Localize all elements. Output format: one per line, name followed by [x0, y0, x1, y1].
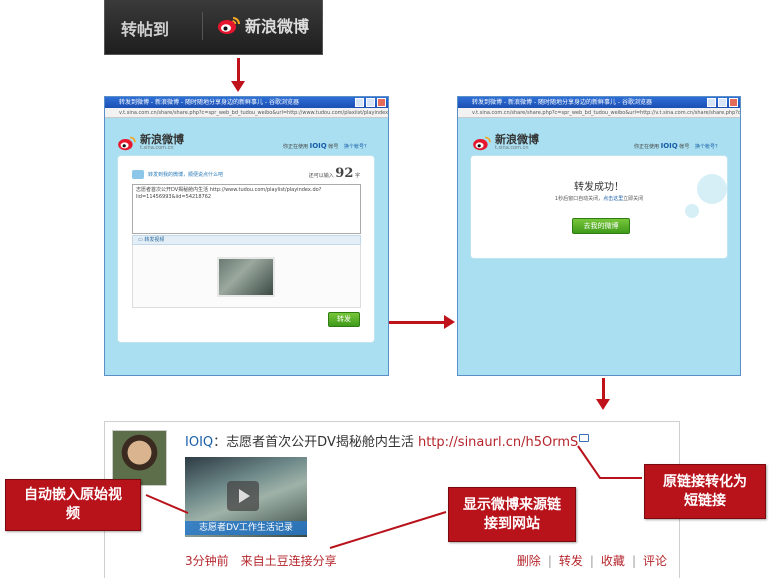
site-logo: 新浪微博 t.sina.com.cn: [472, 133, 539, 151]
video-link-icon[interactable]: [579, 434, 590, 442]
switch-account-link[interactable]: 换个帐号？: [344, 144, 369, 150]
embedded-video[interactable]: 志愿者DV工作生活记录: [185, 457, 307, 537]
callout-short-link: 原链接转化为短链接: [644, 464, 766, 519]
arrow-down-1: [231, 58, 245, 92]
callout-show-source: 显示微博来源链接到网站: [448, 487, 576, 542]
compose-textarea[interactable]: 志愿者首次公开DV揭秘舱内生活 http://www.tudou.com/pla…: [132, 184, 361, 234]
maximize-button[interactable]: [366, 98, 375, 107]
account-line: 你正在使用 IOIQ 帐号 换个帐号？: [634, 142, 720, 150]
close-button[interactable]: [729, 98, 738, 107]
share-to-weibo-button[interactable]: 新浪微博: [217, 13, 309, 37]
video-caption: 志愿者DV工作生活记录: [185, 521, 307, 535]
site-logo-name: 新浪微博: [495, 133, 539, 146]
submit-share-button[interactable]: 转发: [328, 312, 360, 327]
share-to-weibo-label: 新浪微博: [245, 17, 310, 36]
goto-my-weibo-button[interactable]: 去我的微博: [572, 218, 630, 234]
char-counter-suffix: 字: [354, 173, 360, 179]
site-logo-name: 新浪微博: [140, 133, 184, 146]
speech-bubble-icon: [132, 170, 144, 179]
address-bar[interactable]: v.t.sina.com.cn/share/share.php?c=spr_we…: [458, 108, 740, 118]
address-bar[interactable]: v.t.sina.com.cn/share/share.php?c=spr_we…: [105, 108, 388, 118]
video-attach-strip: ▭ 转发视频: [132, 235, 361, 245]
arrow-down-2: [596, 378, 610, 410]
compose-prompt-text: 转发到我的微博，顺便说点什么吧: [148, 172, 224, 178]
post-text: 志愿者首次公开DV揭秘舱内生活: [226, 435, 418, 450]
video-strip-label: 转发视频: [144, 237, 165, 243]
post-actions: 删除 | 转发 | 收藏 | 评论: [517, 552, 667, 569]
site-logo: 新浪微博 t.sina.com.cn: [117, 133, 184, 151]
repost-action[interactable]: 转发: [559, 554, 583, 568]
success-sub-prefix: 1秒后窗口自动关闭，: [554, 196, 604, 202]
post-author[interactable]: IOIQ: [185, 435, 213, 450]
callout-embed-video: 自动嵌入原始视频: [5, 479, 141, 531]
window-titlebar: 转发到微博 - 新浪微博 - 随时随地分享身边的新鲜事儿 - 谷歌浏览器: [105, 97, 388, 108]
window-title: 转发到微博 - 新浪微博 - 随时随地分享身边的新鲜事儿 - 谷歌浏览器: [472, 99, 652, 106]
close-button[interactable]: [377, 98, 386, 107]
post-short-url[interactable]: http://sinaurl.cn/h5OrmS: [418, 435, 578, 450]
char-counter-prefix: 还可以输入: [308, 173, 334, 179]
post-text-line: IOIQ：志愿者首次公开DV揭秘舱内生活 http://sinaurl.cn/h…: [185, 431, 590, 450]
share-to-label: 转帖到: [121, 20, 170, 39]
account-name: IOIQ: [660, 142, 678, 150]
action-divider: |: [631, 554, 636, 568]
avatar[interactable]: [112, 430, 167, 486]
post-time[interactable]: 3分钟前: [185, 554, 229, 568]
minimize-button[interactable]: [355, 98, 364, 107]
post-source[interactable]: 来自土豆连接分享: [241, 554, 337, 568]
sina-weibo-logo-icon: [117, 135, 137, 151]
video-thumbnail[interactable]: [217, 257, 275, 297]
char-counter: 还可以输入 92 字: [309, 166, 360, 181]
toolbar-divider: [202, 12, 203, 40]
action-divider: |: [547, 554, 552, 568]
window-title: 转发到微博 - 新浪微博 - 随时随地分享身边的新鲜事儿 - 谷歌浏览器: [119, 99, 299, 106]
delete-action[interactable]: 删除: [517, 554, 541, 568]
success-sub-suffix: 立即关闭: [623, 196, 644, 202]
account-suffix: 帐号: [328, 144, 339, 150]
maximize-button[interactable]: [718, 98, 727, 107]
share-toolbar: 转帖到 新浪微博: [104, 0, 323, 55]
success-card: 转发成功！ 1秒后窗口自动关闭，点击这里立即关闭 去我的微博: [470, 155, 728, 259]
account-name: IOIQ: [309, 142, 327, 150]
weibo-feed-item: IOIQ：志愿者首次公开DV揭秘舱内生活 http://sinaurl.cn/h…: [104, 421, 680, 578]
account-prefix: 你正在使用: [634, 144, 660, 150]
share-compose-window: 转发到微博 - 新浪微博 - 随时随地分享身边的新鲜事儿 - 谷歌浏览器 v.t…: [104, 96, 389, 376]
action-divider: |: [589, 554, 594, 568]
compose-card: 转发到我的微博，顺便说点什么吧 还可以输入 92 字 志愿者首次公开DV揭秘舱内…: [117, 155, 375, 343]
decor-bubble: [685, 204, 699, 218]
close-now-link[interactable]: 点击这里: [603, 196, 623, 202]
window-titlebar: 转发到微博 - 新浪微博 - 随时随地分享身边的新鲜事儿 - 谷歌浏览器: [458, 97, 740, 108]
success-title: 转发成功！: [574, 182, 624, 193]
account-prefix: 你正在使用: [283, 144, 309, 150]
success-subtitle: 1秒后窗口自动关闭，点击这里立即关闭: [471, 195, 727, 202]
favorite-action[interactable]: 收藏: [601, 554, 625, 568]
compose-prompt: 转发到我的微博，顺便说点什么吧: [132, 170, 223, 179]
char-counter-value: 92: [335, 166, 354, 181]
account-line: 你正在使用 IOIQ 帐号 换个帐号？: [283, 142, 369, 150]
account-suffix: 帐号: [679, 144, 690, 150]
comment-action[interactable]: 评论: [643, 554, 667, 568]
video-preview-area: [132, 245, 361, 308]
play-icon[interactable]: [227, 481, 259, 511]
sina-weibo-logo-icon: [217, 15, 241, 35]
switch-account-link[interactable]: 换个帐号？: [695, 144, 720, 150]
post-meta: 3分钟前 来自土豆连接分享: [185, 552, 337, 569]
share-success-window: 转发到微博 - 新浪微博 - 随时随地分享身边的新鲜事儿 - 谷歌浏览器 v.t…: [457, 96, 741, 376]
post-colon: ：: [213, 435, 227, 450]
sina-weibo-logo-icon: [472, 135, 492, 151]
minimize-button[interactable]: [707, 98, 716, 107]
